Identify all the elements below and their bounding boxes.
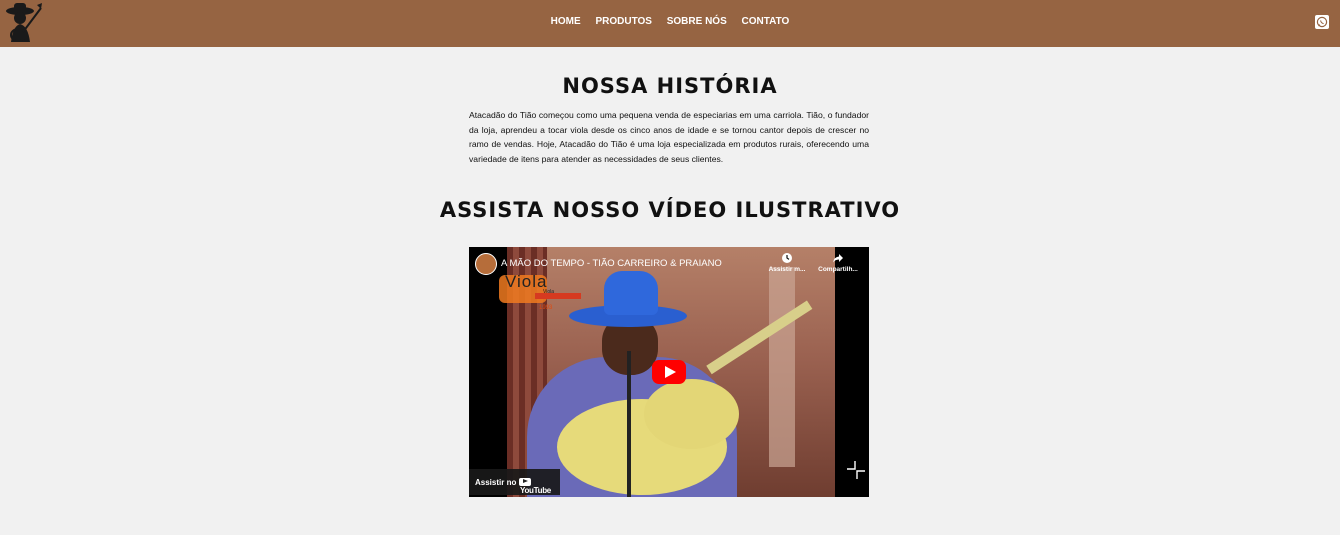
nav-home[interactable]: HOME bbox=[551, 16, 581, 27]
nav-produtos[interactable]: PRODUTOS bbox=[595, 16, 652, 27]
clock-icon bbox=[782, 253, 792, 263]
watch-on-youtube-button[interactable]: Assistir no YouTube bbox=[469, 469, 560, 495]
share-button[interactable]: Compartilh... bbox=[815, 252, 861, 273]
video-mic-stand bbox=[627, 351, 631, 497]
whatsapp-icon[interactable] bbox=[1315, 15, 1329, 29]
video-hat-crown bbox=[604, 271, 658, 315]
fullscreen-icon[interactable] bbox=[845, 459, 867, 481]
main-menu: HOME PRODUTOS SOBRE NÓS CONTATO bbox=[0, 16, 1340, 27]
viola-overlay-text: Viola bbox=[505, 272, 548, 291]
youtube-wordmark: YouTube bbox=[520, 486, 551, 496]
viola-overlay-sub: Viola bbox=[543, 289, 555, 295]
play-button[interactable] bbox=[652, 360, 686, 384]
youtube-embed[interactable]: Viola Viola 1993 A MÃO DO TEMPO - TIÃO C… bbox=[469, 247, 869, 497]
nav-sobre-nos[interactable]: SOBRE NÓS bbox=[667, 16, 727, 27]
history-text: Atacadão do Tião começou como uma pequen… bbox=[469, 110, 869, 164]
share-label: Compartilh... bbox=[818, 266, 858, 273]
watch-later-button[interactable]: Assistir m... bbox=[765, 252, 809, 273]
video-section-title: ASSISTA NOSSO VÍDEO ILUSTRATIVO bbox=[439, 198, 901, 222]
share-icon bbox=[833, 254, 843, 263]
nav-contato[interactable]: CONTATO bbox=[742, 16, 790, 27]
video-guitar-upper bbox=[644, 379, 739, 449]
viola-overlay-year: 1993 bbox=[539, 305, 553, 311]
youtube-logo-icon: YouTube bbox=[519, 477, 560, 495]
watch-later-label: Assistir m... bbox=[768, 266, 806, 273]
navbar: HOME PRODUTOS SOBRE NÓS CONTATO bbox=[0, 0, 1340, 47]
channel-avatar[interactable] bbox=[475, 253, 497, 275]
video-backdrop-pillar bbox=[769, 267, 795, 467]
video-title[interactable]: A MÃO DO TEMPO - TIÃO CARREIRO & PRAIANO bbox=[501, 258, 722, 269]
history-title: NOSSA HISTÓRIA bbox=[562, 74, 778, 98]
watch-on-label: Assistir no bbox=[475, 478, 517, 487]
